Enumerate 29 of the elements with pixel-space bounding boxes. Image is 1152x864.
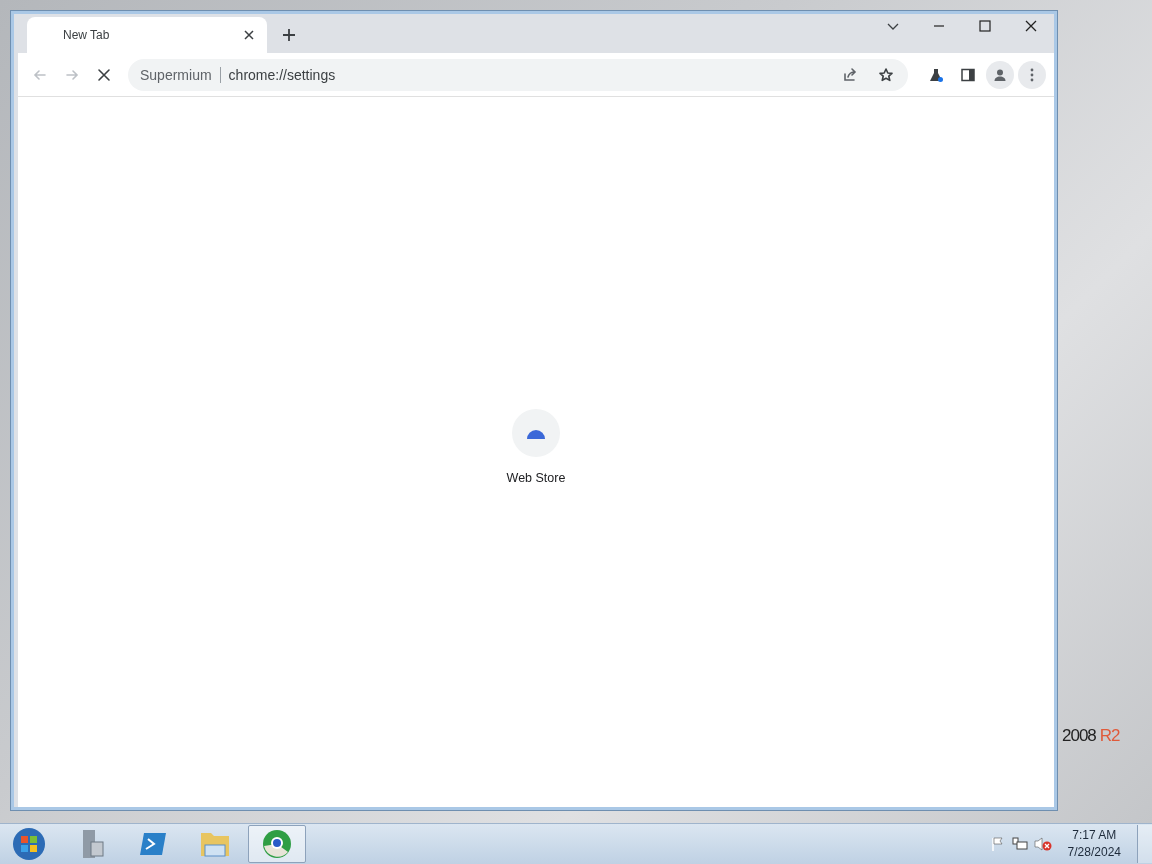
browser-tab[interactable]: New Tab — [27, 17, 267, 53]
share-icon — [842, 66, 858, 83]
flask-icon — [928, 66, 944, 83]
minimize-icon — [934, 25, 944, 27]
close-icon — [1023, 18, 1039, 34]
maximize-icon — [977, 18, 993, 34]
store-icon — [526, 427, 546, 439]
edition-text: 2008 — [1062, 726, 1096, 746]
plus-icon — [281, 27, 297, 43]
url-text: chrome://settings — [228, 66, 337, 83]
shortcut-tile[interactable]: Web Store — [506, 409, 566, 485]
start-orb-icon — [12, 827, 46, 861]
browser-icon — [261, 828, 293, 860]
show-desktop-button[interactable] — [1137, 825, 1152, 863]
tab-title: New Tab — [63, 28, 111, 42]
close-icon — [96, 66, 112, 83]
side-panel-icon — [960, 66, 976, 83]
shortcut-label: Web Store — [506, 471, 566, 485]
muted-speaker-icon[interactable] — [1033, 836, 1052, 852]
flag-icon[interactable] — [989, 836, 1006, 852]
site-name: Supermium — [140, 66, 212, 83]
star-icon — [878, 66, 894, 83]
terminal-icon — [138, 831, 168, 857]
taskbar-button[interactable] — [248, 825, 306, 863]
clock[interactable]: 7:17 AM 7/28/2024 — [1067, 827, 1121, 861]
profile-button[interactable] — [986, 60, 1014, 89]
network-icon[interactable] — [1011, 836, 1028, 852]
edition-suffix: R2 — [1099, 726, 1120, 746]
address-bar[interactable]: Supermium chrome://settings — [128, 58, 908, 91]
